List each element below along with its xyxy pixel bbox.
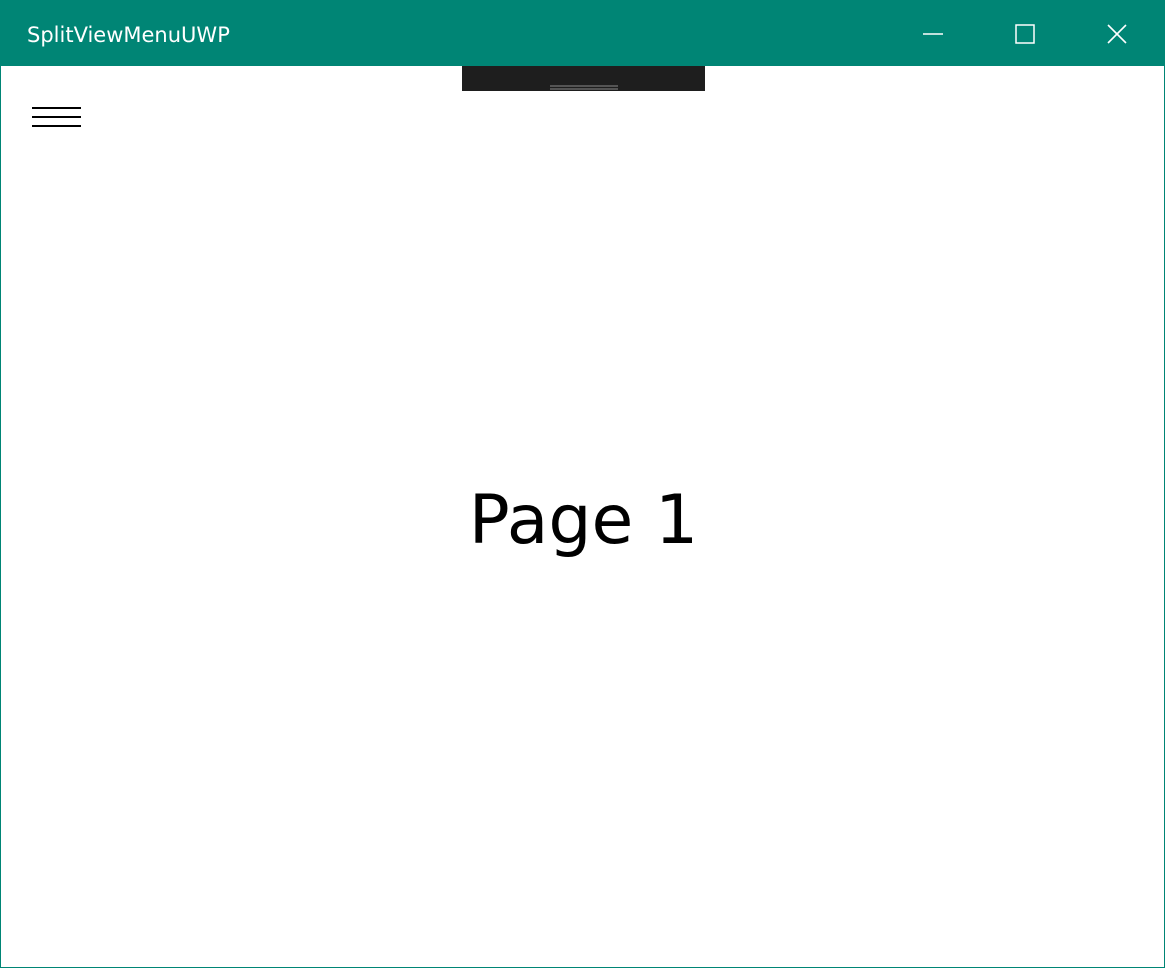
drag-handle-icon [550,76,618,90]
page-title: Page 1 [468,481,699,560]
window-title: SplitViewMenuUWP [27,23,230,47]
debug-toolbar-handle[interactable] [462,66,705,91]
app-window: SplitViewMenuUWP Page 1 [0,0,1165,968]
close-icon [1106,23,1128,45]
maximize-button[interactable] [979,1,1071,66]
minimize-button[interactable] [887,1,979,66]
title-bar[interactable]: SplitViewMenuUWP [1,1,1165,66]
hamburger-menu-button[interactable] [26,99,88,141]
maximize-icon [1014,23,1036,45]
close-button[interactable] [1071,1,1163,66]
minimize-icon [922,23,944,45]
